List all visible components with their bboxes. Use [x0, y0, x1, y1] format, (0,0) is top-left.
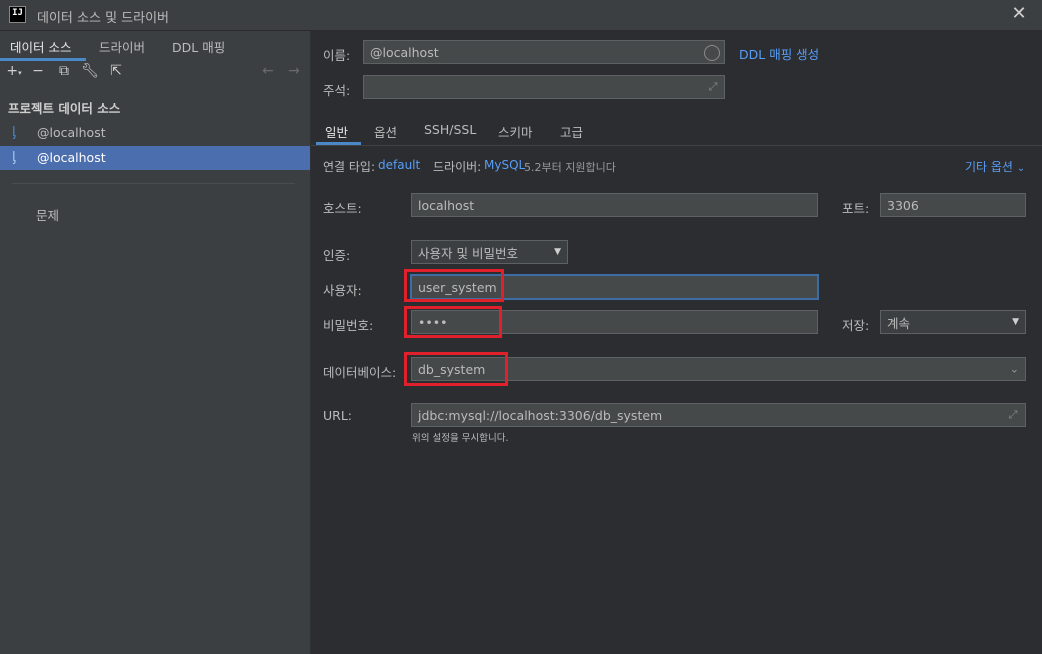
driver-link[interactable]: MySQL [484, 158, 525, 172]
remove-icon[interactable]: − [29, 62, 47, 80]
user-input[interactable]: user_system [410, 274, 819, 300]
host-input[interactable]: localhost [411, 193, 818, 217]
tab-schemas[interactable]: 스키마 [498, 122, 533, 141]
tab-drivers[interactable]: 드라이버 [99, 37, 145, 56]
save-select-value: 계속 [887, 315, 911, 331]
tab-data-sources[interactable]: 데이터 소스 [10, 37, 71, 56]
problems-item[interactable]: 문제 [36, 205, 59, 224]
divider [12, 183, 295, 184]
driver-note: 5.2부터 지원합니다 [524, 161, 616, 174]
data-source-item[interactable]: ᶅ @localhost [0, 121, 310, 145]
name-input[interactable]: @localhost [363, 40, 725, 64]
chevron-down-icon: ⌄ [1016, 163, 1026, 174]
database-value: db_system [418, 361, 486, 377]
tab-ssh-ssl[interactable]: SSH/SSL [424, 122, 476, 137]
tab-options[interactable]: 옵션 [374, 122, 397, 141]
close-icon[interactable]: ✕ [1009, 3, 1029, 25]
color-circle-icon[interactable] [704, 45, 720, 61]
url-note: 위의 설정을 무시합니다. [412, 433, 509, 444]
save-label: 저장: [842, 318, 870, 333]
port-input[interactable]: 3306 [880, 193, 1026, 217]
mysql-icon: ᶅ [12, 150, 16, 165]
data-source-label: @localhost [37, 150, 106, 165]
tab-general[interactable]: 일반 [325, 122, 348, 141]
expand-icon[interactable]: ⤢ [1006, 408, 1020, 422]
user-label: 사용자: [323, 283, 362, 298]
copy-icon[interactable]: ⧉ [55, 62, 73, 80]
comment-label: 주석: [323, 83, 351, 98]
data-source-label: @localhost [37, 125, 106, 140]
connection-type-label: 연결 타입: [323, 160, 376, 174]
tabs-divider [311, 145, 1042, 146]
add-icon[interactable]: +▾ [5, 62, 23, 80]
active-tab-indicator [0, 58, 86, 61]
active-tab-indicator [316, 142, 361, 145]
auth-select-value: 사용자 및 비밀번호 [418, 245, 518, 261]
dropdown-arrow-icon: ▼ [554, 247, 561, 257]
ddl-mapping-link[interactable]: DDL 매핑 생성 [739, 44, 819, 63]
port-label: 포트: [842, 201, 870, 216]
password-input[interactable]: •••• [411, 310, 818, 334]
chevron-down-icon: ⌄ [1009, 362, 1019, 376]
url-input[interactable]: jdbc:mysql://localhost:3306/db_system [411, 403, 1026, 427]
app-icon: IJ [9, 6, 26, 23]
data-source-item-selected[interactable]: ᶅ @localhost [0, 146, 310, 170]
window-title: 데이터 소스 및 드라이버 [37, 11, 169, 26]
section-title: 프로젝트 데이터 소스 [8, 101, 121, 116]
dropdown-arrow-icon: ▼ [1012, 317, 1019, 327]
more-options-link[interactable]: 기타 옵션 ⌄ [965, 158, 1025, 175]
database-label: 데이터베이스: [323, 365, 397, 380]
forward-arrow-icon[interactable]: → [285, 62, 303, 80]
host-label: 호스트: [323, 201, 362, 216]
url-label: URL: [323, 408, 353, 423]
database-input[interactable]: db_system ⌄ [411, 357, 1026, 381]
auth-label: 인증: [323, 248, 351, 263]
auth-select[interactable]: 사용자 및 비밀번호 ▼ [411, 240, 568, 264]
comment-input[interactable] [363, 75, 725, 99]
name-label: 이름: [323, 48, 351, 63]
tab-advanced[interactable]: 고급 [560, 122, 583, 141]
save-select[interactable]: 계속 ▼ [880, 310, 1026, 334]
open-external-icon[interactable]: ⇱ [107, 62, 125, 80]
mysql-icon: ᶅ [12, 125, 16, 140]
back-arrow-icon[interactable]: ← [259, 62, 277, 80]
expand-icon[interactable]: ⤢ [706, 80, 720, 94]
connection-type-link[interactable]: default [378, 158, 420, 172]
driver-label: 드라이버: [433, 160, 482, 174]
password-label: 비밀번호: [323, 318, 374, 333]
wrench-icon[interactable]: 🔧︎ [81, 62, 99, 80]
tab-ddl-mapping[interactable]: DDL 매핑 [172, 37, 225, 56]
